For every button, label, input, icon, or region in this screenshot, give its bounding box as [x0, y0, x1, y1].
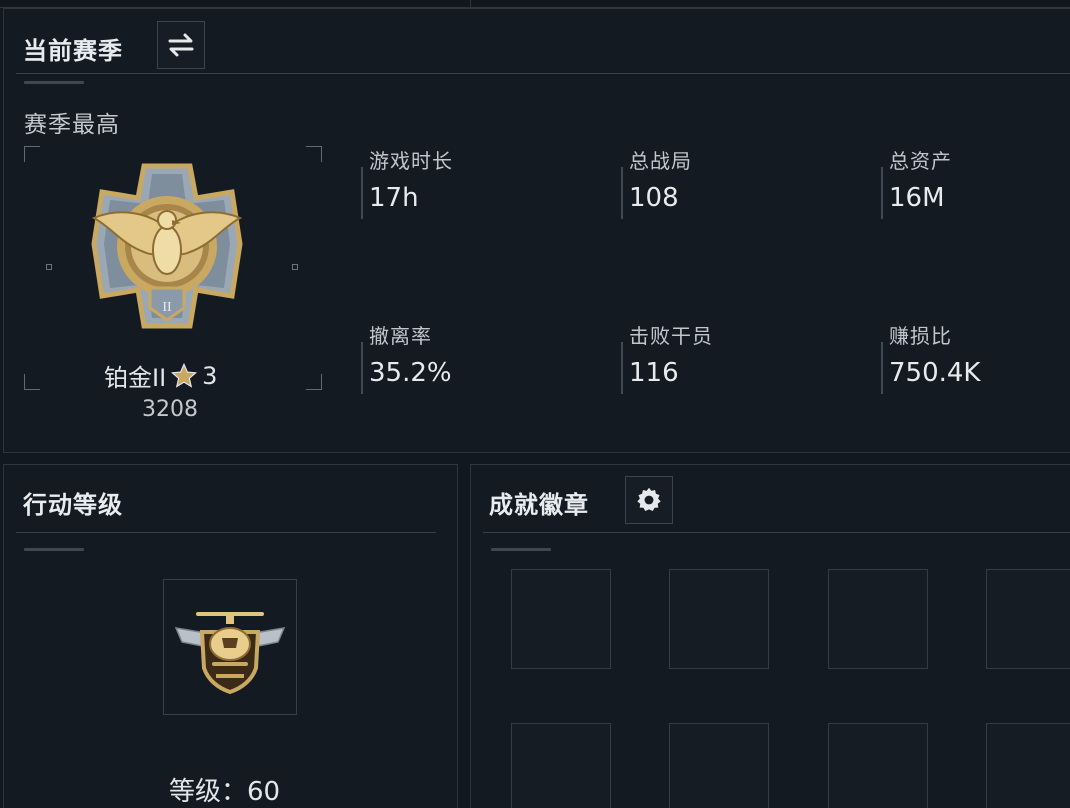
gear-icon — [637, 487, 661, 511]
stat-label: 总资产 — [889, 149, 952, 173]
stat-label: 赚损比 — [889, 324, 952, 348]
operation-level-panel: 行动等级 等级：60 — [3, 464, 458, 808]
stat-bar — [881, 167, 883, 219]
badge-settings-button[interactable] — [625, 476, 673, 524]
season-switch-button[interactable] — [157, 21, 205, 69]
rank-score: 3208 — [142, 397, 198, 422]
level-emblem-frame — [163, 579, 297, 715]
badge-slot[interactable] — [511, 723, 611, 808]
level-value: 等级：60 — [169, 777, 281, 807]
level-panel-title: 行动等级 — [23, 491, 123, 519]
svg-text:II: II — [162, 300, 172, 315]
stat-value: 116 — [629, 358, 679, 388]
stat-play-time: 游戏时长 17h — [361, 145, 591, 225]
stat-label: 游戏时长 — [369, 149, 453, 173]
stat-value: 16M — [889, 183, 945, 213]
rank-name: 铂金II — [104, 364, 167, 392]
swap-arrows-icon — [168, 33, 194, 57]
badge-slot[interactable] — [511, 569, 611, 669]
stat-label: 总战局 — [629, 149, 692, 173]
stat-bar — [881, 342, 883, 394]
stat-value: 750.4K — [889, 358, 981, 388]
frame-corner — [306, 146, 322, 162]
stat-value: 17h — [369, 183, 419, 213]
stat-operators-defeated: 击败干员 116 — [621, 320, 851, 400]
season-best-label: 赛季最高 — [24, 112, 120, 138]
top-strip — [0, 0, 1070, 8]
season-header-divider — [16, 73, 1070, 74]
frame-corner — [24, 374, 40, 390]
strip-divider — [470, 0, 471, 8]
decor-line — [491, 548, 551, 551]
frame-corner — [306, 374, 322, 390]
stat-label: 击败干员 — [629, 324, 713, 348]
frame-corner — [24, 146, 40, 162]
stat-bar — [621, 167, 623, 219]
level-header-divider — [16, 532, 436, 533]
star-icon — [171, 362, 198, 388]
badge-slot[interactable] — [669, 569, 769, 669]
stat-total-assets: 总资产 16M — [881, 145, 1070, 225]
rank-stars: 3 — [202, 361, 218, 390]
frame-marker — [292, 264, 298, 270]
stat-value: 35.2% — [369, 358, 452, 388]
stat-extraction-rate: 撤离率 35.2% — [361, 320, 591, 400]
helicopter-level-emblem-icon — [174, 612, 286, 695]
badge-slot[interactable] — [986, 723, 1070, 808]
decor-line — [24, 81, 84, 84]
badges-panel-title: 成就徽章 — [489, 491, 589, 519]
rank-name-row: 铂金II 3 — [104, 358, 217, 393]
decor-line — [24, 548, 84, 551]
stat-bar — [361, 167, 363, 219]
badge-slot[interactable] — [828, 569, 928, 669]
stat-profit-loss-ratio: 赚损比 750.4K — [881, 320, 1070, 400]
stat-bar — [361, 342, 363, 394]
badge-slot[interactable] — [986, 569, 1070, 669]
stat-value: 108 — [629, 183, 679, 213]
frame-marker — [46, 264, 52, 270]
season-panel-title: 当前赛季 — [23, 37, 123, 65]
badge-slot[interactable] — [828, 723, 928, 808]
current-season-panel: 当前赛季 赛季最高 II 铂金II 3 3208 游戏时长 17h 总战局 10… — [3, 8, 1070, 453]
achievement-badges-panel: 成就徽章 — [470, 464, 1070, 808]
stat-total-matches: 总战局 108 — [621, 145, 851, 225]
platinum-rank-emblem-icon: II — [91, 163, 243, 329]
stat-bar — [621, 342, 623, 394]
rank-frame: II 铂金II 3 — [24, 146, 322, 393]
stat-label: 撤离率 — [369, 324, 432, 348]
badges-header-divider — [483, 532, 1070, 533]
badge-slot[interactable] — [669, 723, 769, 808]
